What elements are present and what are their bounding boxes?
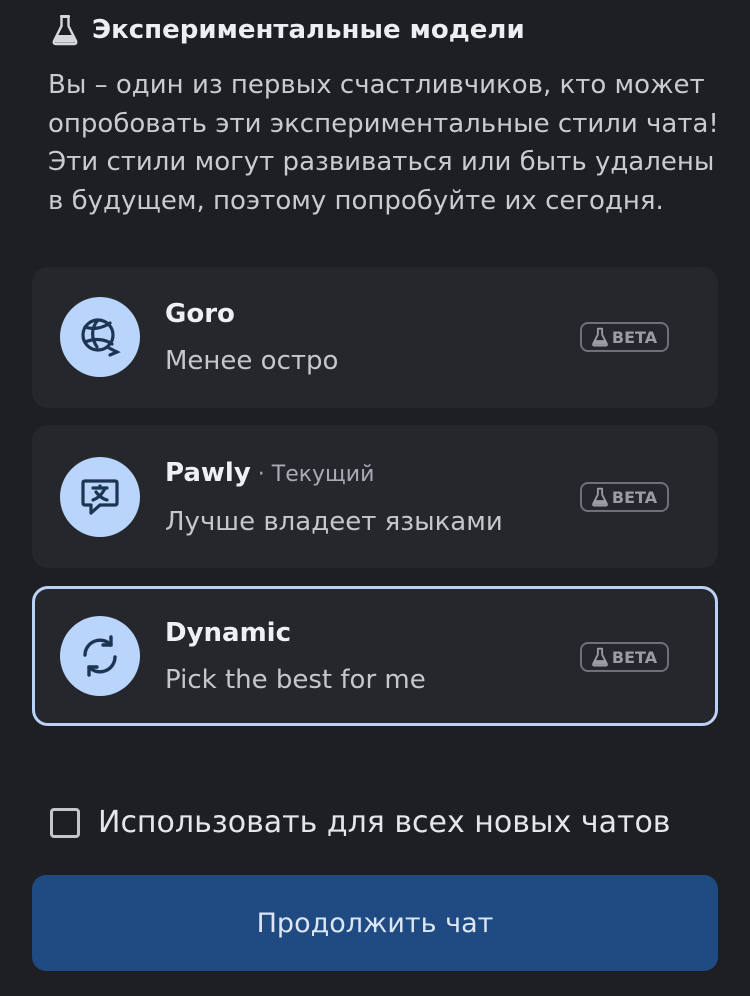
flask-icon [592,487,608,507]
volleyball-icon [60,297,140,377]
flask-icon [592,327,608,347]
model-name: Dynamic [165,618,292,648]
model-name: Goro [165,299,235,329]
section-title: Экспериментальные модели [92,15,525,45]
model-description: Pick the best for me [165,665,426,695]
model-card-dynamic[interactable]: Dynamic Pick the best for me BETA [32,586,718,726]
translate-message-icon [60,457,140,537]
model-card-goro[interactable]: Goro Менее остро BETA [32,267,718,408]
model-name: Pawly · Текущий [165,458,375,488]
current-label: · Текущий [250,462,375,487]
flask-icon [592,647,608,667]
use-for-all-chats-label[interactable]: Использовать для всех новых чатов [98,805,671,840]
continue-chat-button[interactable]: Продолжить чат [32,875,718,971]
beta-label: BETA [611,327,658,347]
intro-text: Вы – один из первых счастливчиков, кто м… [48,70,719,216]
beta-badge: BETA [580,322,669,352]
beta-label: BETA [611,647,658,667]
flask-icon [50,12,80,48]
use-for-all-chats-checkbox[interactable] [50,807,80,838]
beta-badge: BETA [580,642,669,672]
section-header: Экспериментальные модели [50,12,525,48]
beta-label: BETA [611,487,658,507]
use-for-all-chats-row[interactable]: Использовать для всех новых чатов [50,805,671,840]
model-card-pawly[interactable]: Pawly · Текущий Лучше владеет языками BE… [32,425,718,568]
beta-badge: BETA [580,482,669,512]
refresh-cycle-icon [60,616,140,696]
model-description: Лучше владеет языками [165,507,503,537]
model-description: Менее остро [165,346,339,376]
